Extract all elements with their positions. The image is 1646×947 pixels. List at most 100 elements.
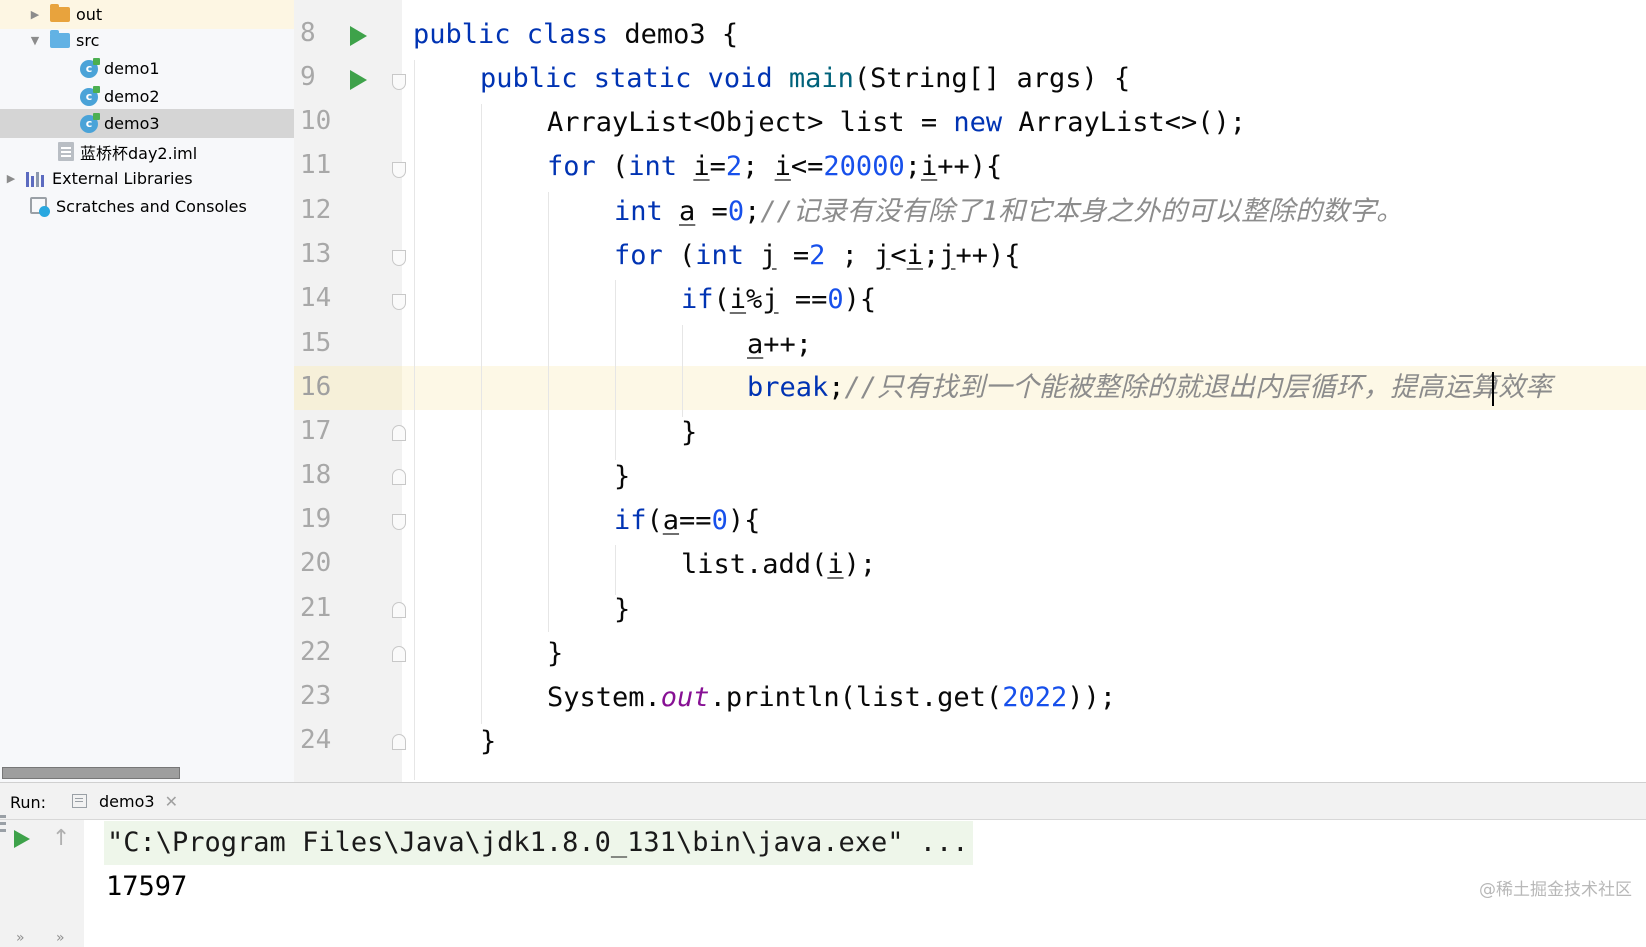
line-number: 19 [300, 504, 332, 534]
code-line-15: a++; [747, 329, 813, 360]
number-literal: 0 [727, 196, 745, 227]
tree-item-label: demo3 [104, 114, 160, 133]
code-line-23: System.out.println(list.get(2022)); [547, 682, 1116, 713]
line-number: 15 [300, 328, 332, 358]
rerun-icon[interactable] [14, 830, 30, 848]
tree-item-demo1[interactable]: c demo1 [0, 54, 307, 83]
indent-guide [682, 325, 683, 417]
console-command-line: "C:\Program Files\Java\jdk1.8.0_131\bin\… [104, 821, 973, 865]
indent-guide [615, 280, 616, 460]
run-tool-window-header [0, 782, 1646, 820]
fold-marker-icon[interactable] [392, 74, 406, 90]
line-number: 18 [300, 460, 332, 490]
run-class-icon[interactable] [350, 26, 367, 46]
code-line-24: } [480, 726, 497, 757]
code-line-11: for (int i=2; i<=20000;i++){ [547, 151, 1003, 182]
java-class-icon: c [80, 112, 100, 133]
run-toolbar [0, 820, 85, 947]
text-caret [1492, 372, 1494, 406]
line-number: 20 [300, 548, 332, 578]
java-class-icon: c [80, 57, 100, 78]
fold-marker-icon[interactable] [392, 469, 406, 485]
line-number: 8 [300, 18, 316, 48]
scroll-up-arrow-icon[interactable]: ↑ [52, 826, 70, 851]
folder-icon [50, 4, 70, 22]
fold-marker-icon[interactable] [392, 250, 406, 266]
project-tree-panel: ▶ out ▼ src c demo1 c demo2 c demo3 蓝桥杯d… [0, 0, 308, 822]
line-number: 12 [300, 195, 332, 225]
expand-chevron-icon[interactable]: » [56, 930, 65, 946]
tree-item-demo2[interactable]: c demo2 [0, 82, 307, 111]
tree-item-demo3[interactable]: c demo3 [0, 109, 307, 138]
line-number: 9 [300, 62, 316, 92]
code-line-9: public static void main(String[] args) { [480, 63, 1131, 94]
code-line-22: } [547, 638, 564, 669]
code-line-18: } [614, 461, 631, 492]
tree-item-label: 蓝桥杯day2.iml [80, 143, 198, 163]
module-file-icon [58, 142, 74, 161]
tree-item-label: Scratches and Consoles [56, 197, 247, 216]
fold-marker-icon[interactable] [392, 734, 406, 750]
fold-marker-icon[interactable] [392, 294, 406, 310]
line-number: 13 [300, 239, 332, 269]
code-line-12: int a =0;//记录有没有除了1和它本身之外的可以整除的数字。 [614, 196, 1404, 227]
console-tab-icon [72, 794, 87, 808]
fold-marker-icon[interactable] [392, 162, 406, 178]
run-tab-demo3[interactable]: demo3 ✕ [64, 784, 192, 818]
code-line-14: if(i%j ==0){ [681, 284, 877, 315]
code-line-10: ArrayList<Object> list = new ArrayList<>… [547, 107, 1246, 138]
run-tab-label: demo3 [99, 791, 155, 811]
number-literal: 0 [711, 505, 728, 536]
number-literal: 2 [725, 151, 743, 182]
fold-marker-icon[interactable] [392, 602, 406, 618]
number-literal: 2022 [1002, 682, 1068, 713]
expand-chevron-icon[interactable]: » [16, 930, 25, 946]
tree-item-label: src [76, 31, 100, 50]
line-number: 17 [300, 416, 332, 446]
libraries-icon [26, 171, 46, 187]
run-main-icon[interactable] [350, 70, 367, 90]
chevron-down-icon[interactable]: ▼ [28, 34, 42, 48]
close-icon[interactable]: ✕ [165, 792, 178, 811]
console-output-line: 17597 [106, 871, 188, 902]
chevron-right-icon[interactable]: ▶ [28, 8, 42, 22]
line-number: 24 [300, 725, 332, 755]
scratches-icon [30, 196, 50, 217]
tree-item-label: External Libraries [52, 169, 193, 188]
source-folder-icon [50, 30, 70, 48]
line-number-current: 16 [300, 372, 332, 402]
line-number: 22 [300, 637, 332, 667]
code-line-21: } [614, 594, 631, 625]
drag-handle-icon[interactable] [0, 815, 8, 841]
code-line-20: list.add(i); [681, 549, 877, 580]
indent-guide [414, 60, 415, 780]
fold-marker-icon[interactable] [392, 646, 406, 662]
tree-item-external-libraries[interactable]: ▶ External Libraries [0, 164, 307, 193]
code-line-16: break;//只有找到一个能被整除的就退出内层循环，提高运算效率 [747, 372, 1553, 403]
tree-item-label: out [76, 5, 103, 24]
tree-item-scratches[interactable]: Scratches and Consoles [0, 192, 307, 221]
java-class-icon: c [80, 85, 100, 106]
watermark: @稀土掘金技术社区 [1479, 880, 1632, 900]
chevron-right-icon[interactable]: ▶ [4, 172, 18, 186]
code-line-17: } [681, 417, 698, 448]
tree-item-label: demo1 [104, 59, 160, 78]
tree-item-out[interactable]: ▶ out [0, 0, 307, 29]
tree-item-src[interactable]: ▼ src [0, 26, 307, 55]
run-panel-label: Run: [10, 793, 47, 812]
fold-marker-icon[interactable] [392, 514, 406, 530]
line-number: 23 [300, 681, 332, 711]
line-number: 11 [300, 150, 332, 180]
indent-guide [481, 104, 482, 724]
horizontal-scrollbar[interactable] [2, 767, 180, 779]
code-line-19: if(a==0){ [614, 505, 761, 536]
line-number: 10 [300, 106, 332, 136]
code-comment: //记录有没有除了1和它本身之外的可以整除的数字。 [760, 196, 1404, 227]
fold-marker-icon[interactable] [392, 425, 406, 441]
code-line-13: for (int j =2 ; j<i;j++){ [614, 240, 1021, 271]
line-number: 21 [300, 593, 332, 623]
number-literal: 0 [827, 284, 844, 315]
code-line-8: public class demo3 { [413, 19, 739, 50]
indent-guide [548, 192, 549, 632]
tree-item-iml[interactable]: 蓝桥杯day2.iml [0, 137, 307, 166]
